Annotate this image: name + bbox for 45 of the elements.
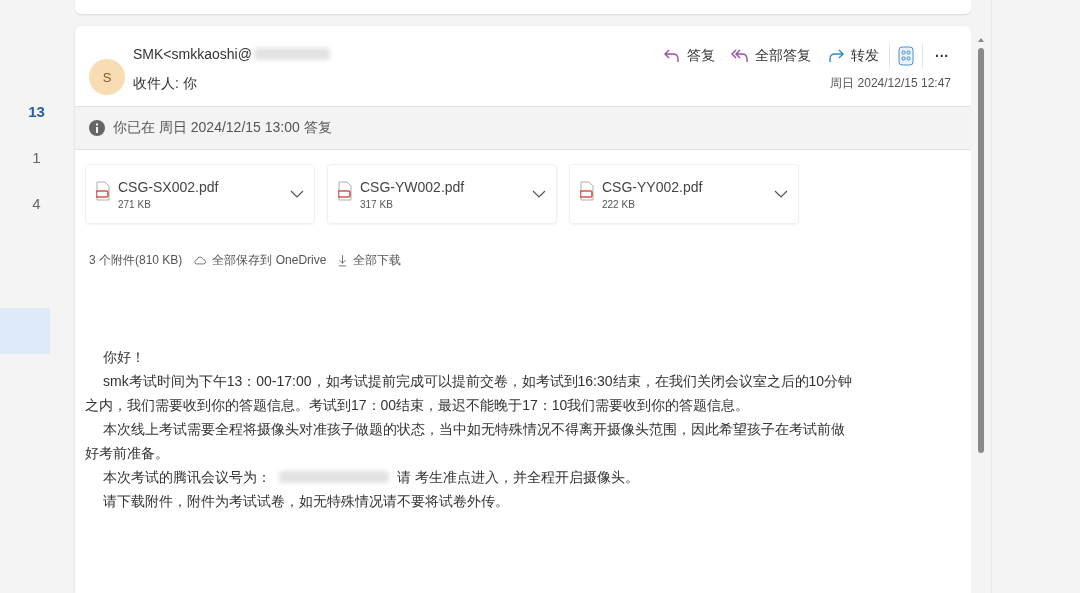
body-paragraph: 本次线上考试需要全程将摄像头对准孩子做题的状态，当中如无特殊情况不得离开摄像头范围，因此希望孩子在考试前做好考前准备。 (85, 420, 846, 463)
chevron-down-icon[interactable] (290, 190, 304, 198)
body-text: 请 考生准点进入，并全程开启摄像头。 (397, 468, 639, 487)
chevron-down-icon[interactable] (774, 190, 788, 198)
attachment-size: 317 KB (360, 198, 394, 210)
body-paragraph: 请下载附件，附件为考试试卷，如无特殊情况请不要将试卷外传。 (102, 492, 510, 511)
recipient-label: 收件人: 你 (133, 75, 198, 93)
scrollbar-thumb[interactable] (978, 48, 984, 453)
reply-all-icon (731, 47, 749, 65)
info-icon (89, 120, 105, 136)
attachment-card[interactable]: CSG-YY002.pdf 222 KB (569, 164, 799, 224)
forward-icon (827, 47, 845, 65)
attachment-card[interactable]: CSG-SX002.pdf 271 KB (85, 164, 315, 224)
sender-avatar: S (89, 59, 125, 95)
pdf-file-icon (580, 181, 594, 201)
download-all-link[interactable]: 全部下载 (338, 252, 402, 269)
attachment-name: CSG-SX002.pdf (118, 178, 220, 195)
forward-button[interactable]: 转发 (821, 45, 885, 67)
message-date: 周日 2024/12/15 12:47 (830, 75, 951, 92)
attachment-card[interactable]: CSG-YW002.pdf 317 KB (327, 164, 557, 224)
scroll-up-icon[interactable] (978, 38, 984, 42)
folder-count[interactable]: 4 (0, 192, 75, 216)
attachment-size: 222 KB (602, 198, 636, 210)
save-all-to-onedrive-link[interactable]: 全部保存到 OneDrive (194, 252, 327, 269)
apps-button[interactable] (889, 44, 923, 68)
folder-count[interactable]: 1 (0, 146, 75, 170)
reply-notice: 你已在 周日 2024/12/15 13:00 答复 (113, 119, 332, 137)
chevron-down-icon[interactable] (532, 190, 546, 198)
more-button[interactable]: ··· (927, 46, 957, 66)
pdf-file-icon (338, 181, 352, 201)
sender-address: SMK<smkkaoshi@ (133, 46, 252, 62)
body-paragraph: 你好！ (102, 348, 146, 367)
attachment-name: CSG-YY002.pdf (602, 178, 704, 195)
reply-all-button[interactable]: 全部答复 (725, 45, 817, 67)
pdf-file-icon (96, 181, 110, 201)
download-icon (338, 254, 348, 267)
reply-button[interactable]: 答复 (657, 45, 721, 67)
reply-icon (663, 47, 681, 65)
folder-count[interactable]: 13 (0, 100, 75, 124)
cloud-icon (194, 256, 207, 265)
attachment-summary: 3 个附件(810 KB) (89, 252, 183, 269)
attachment-size: 271 KB (118, 198, 152, 210)
attachment-name: CSG-YW002.pdf (360, 178, 466, 195)
body-text: 本次考试的腾讯会议号为： (103, 468, 271, 487)
body-paragraph: smk考试时间为下午13：00-17:00，如考试提前完成可以提前交卷，如考试到16:30结束，在我们关闭会议室之后的10分钟之内，我们需要收到你的答题信息。考试到17：00结束，最迟不能晚于17：10我们需要收到你的答题信息。 (85, 372, 854, 415)
